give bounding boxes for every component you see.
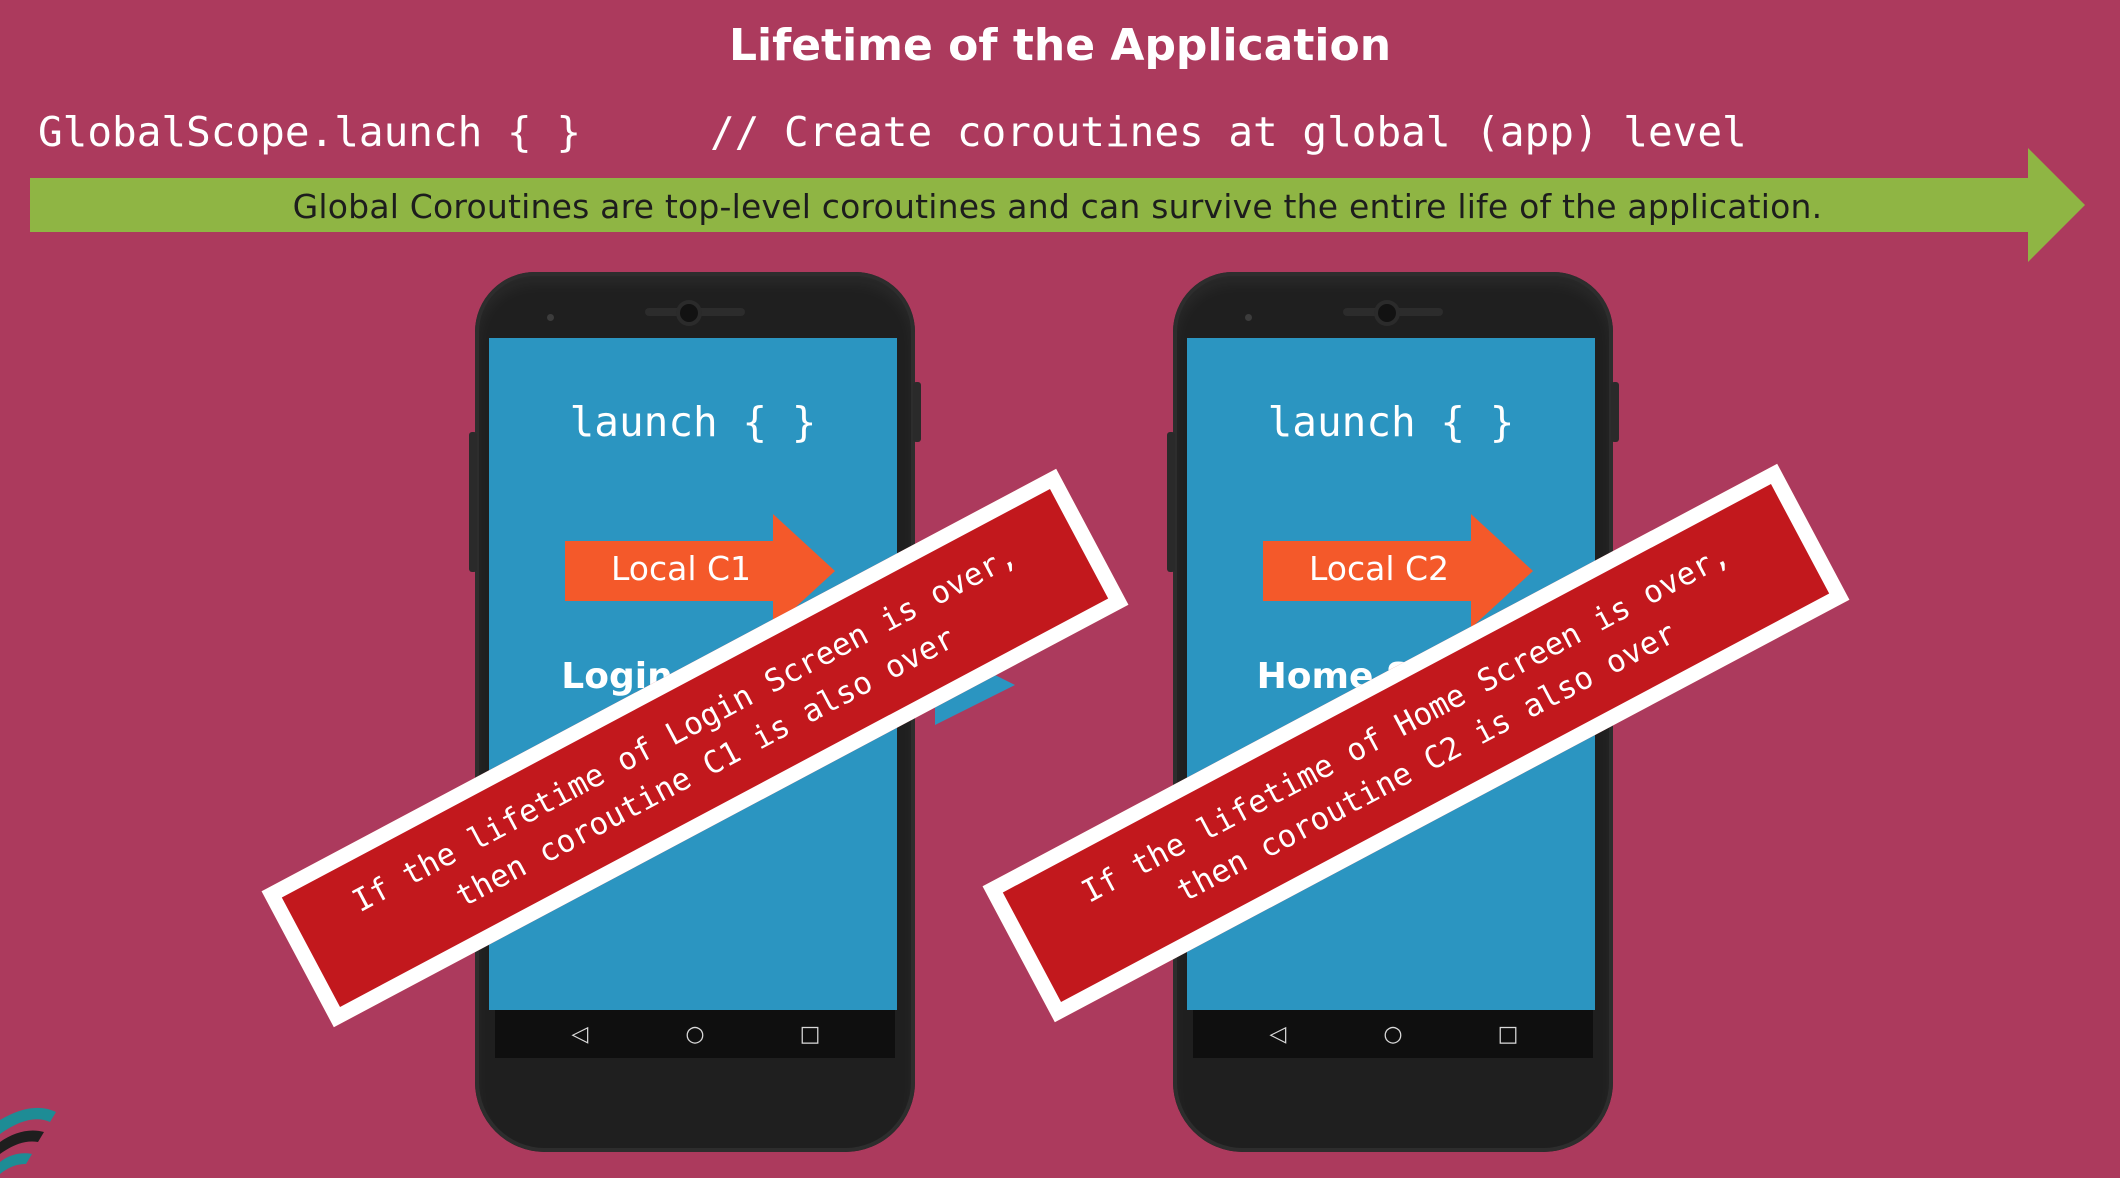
sensor-dot xyxy=(547,314,554,321)
home-circle-icon[interactable]: ○ xyxy=(1378,1022,1408,1047)
local-coroutine-arrow: Local C2 xyxy=(1263,514,1533,628)
local-coroutine-label: Local C1 xyxy=(610,549,752,588)
back-triangle-icon[interactable]: ◁ xyxy=(1263,1022,1293,1047)
global-coroutine-description: Global Coroutines are top-level coroutin… xyxy=(292,187,1823,226)
brand-logo-icon xyxy=(0,1090,60,1174)
front-camera-icon xyxy=(1378,304,1396,322)
recent-square-icon[interactable]: □ xyxy=(795,1022,825,1047)
sensor-dot xyxy=(1245,314,1252,321)
phone-side-button xyxy=(469,432,477,572)
home-circle-icon[interactable]: ○ xyxy=(680,1022,710,1047)
phone-side-button xyxy=(1167,432,1175,572)
navigation-bar: ◁ ○ □ xyxy=(495,1010,895,1058)
slide-title: Lifetime of the Application xyxy=(728,20,1392,71)
front-camera-icon xyxy=(680,304,698,322)
local-coroutine-label: Local C2 xyxy=(1308,549,1450,588)
launch-code: launch { } xyxy=(1267,398,1515,446)
recent-square-icon[interactable]: □ xyxy=(1493,1022,1523,1047)
back-triangle-icon[interactable]: ◁ xyxy=(565,1022,595,1047)
phone-side-button xyxy=(1611,382,1619,442)
launch-code: launch { } xyxy=(569,398,817,446)
phone-side-button xyxy=(913,382,921,442)
navigation-bar: ◁ ○ □ xyxy=(1193,1010,1593,1058)
global-coroutine-arrow: Global Coroutines are top-level coroutin… xyxy=(30,148,2085,262)
